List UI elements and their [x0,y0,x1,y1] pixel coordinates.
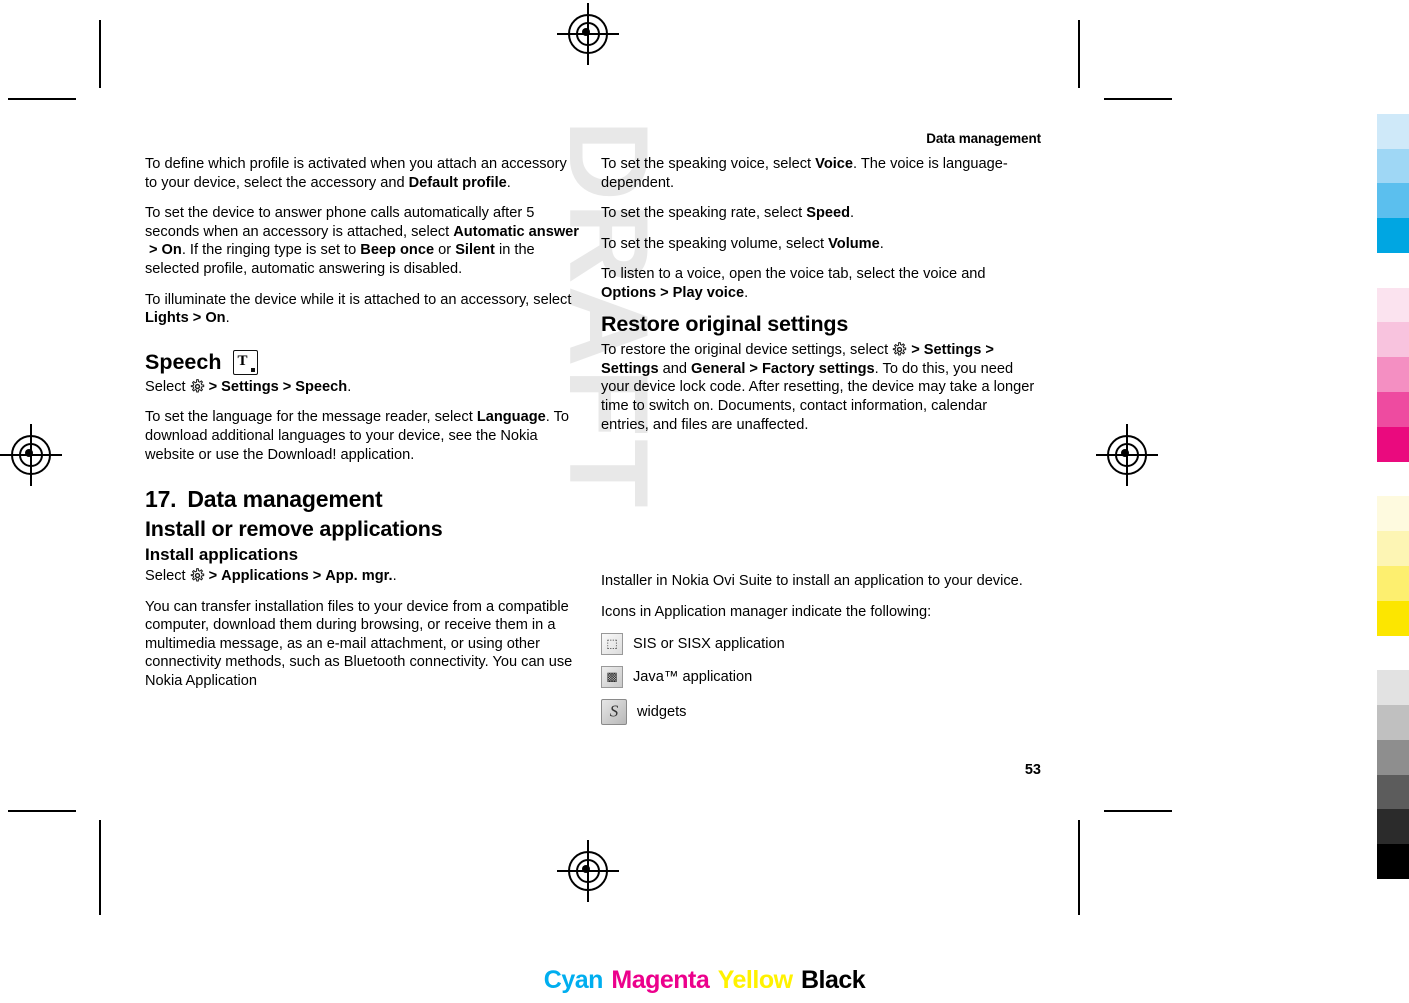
text-run: To illuminate the device while it is att… [145,291,572,308]
text-run: and [658,360,692,377]
gear-icon [190,378,205,394]
color-word-black: Black [801,966,866,994]
paragraph-icons-intro: Icons in Application manager indicate th… [601,603,932,620]
paragraph-default-profile: To define which profile is activated whe… [145,155,582,192]
bold-applications: Applications [221,567,309,584]
heading-speech-label: Speech [145,349,222,374]
text-run: To set the speaking volume, select [601,235,829,252]
arrow-separator: > [208,378,218,395]
text-run: To listen to a voice, open the voice tab… [601,266,986,283]
bold-on: On [205,310,226,327]
bold-factory-settings: Factory settings [761,360,875,377]
bold-play-voice: Play voice [672,284,745,301]
text-run: To set the speaking rate, select [601,205,807,222]
heading-install-or-remove-applications: Install or remove applications [145,516,443,541]
bold-speed: Speed [806,205,851,222]
paragraph-play-voice: To listen to a voice, open the voice tab… [601,265,1038,302]
java-application-icon: ▩ [601,666,623,689]
heading-restore-original-settings: Restore original settings [601,311,849,336]
column-spacer [601,446,1038,572]
paragraph-speaking-volume: To set the speaking volume, select Volum… [601,235,1038,254]
text-run: To set the language for the message read… [145,409,477,426]
bold-beep-once: Beep once [360,242,435,259]
bold-app-mgr: App. mgr. [325,567,393,584]
bold-on: On [161,242,182,259]
text-run: . [850,205,855,222]
paragraph-automatic-answer: To set the device to answer phone calls … [145,204,582,278]
text-run: or [434,242,456,259]
text-run: . If the ringing type is set to [181,242,361,259]
bold-general: General [691,360,746,377]
gear-icon [892,342,907,357]
text-run: . [392,567,397,584]
text-run: . [879,235,884,252]
text-run: . [506,174,511,191]
sis-sisx-application-icon: ⬚ [601,633,623,656]
icon-legend-label: widgets [637,704,687,721]
bold-speech: Speech [295,378,348,395]
heading-speech: Speech T [145,349,582,375]
icon-legend-widgets: S widgets [601,699,1038,726]
icon-legend-label: SIS or SISX application [633,636,785,653]
color-word-yellow: Yellow [717,966,793,994]
text-run: . [744,284,749,301]
text-run: Select [145,567,190,584]
arrow-separator: > [985,342,994,359]
paragraph-speaking-rate: To set the speaking rate, select Speed. [601,204,1038,223]
paragraph-speaking-voice: To set the speaking voice, select Voice.… [601,155,1038,192]
chapter-number: 17. [145,486,177,513]
speech-icon: T [233,349,259,375]
paragraph-appmgr-path: Select > Applications > App. mgr.. [145,567,582,586]
text-run: Select [145,378,190,395]
text-run: . [225,310,230,327]
arrow-separator: > [312,567,322,584]
arrow-separator: > [660,284,669,301]
heading-install-applications: Install applications [145,545,299,565]
right-column: To set the speaking voice, select Voice.… [601,155,1038,736]
chapter-heading: 17. Data management [145,488,582,511]
paragraph-installer-ovi-suite: Installer in Nokia Ovi Suite to install … [601,573,1023,590]
text-run: . [347,378,352,395]
chapter-title: Data management [187,486,383,513]
arrow-separator: > [749,360,758,377]
icon-legend-label: Java™ application [633,669,753,686]
bold-volume: Volume [828,235,880,252]
bold-options: Options [601,284,657,301]
page-number: 53 [1024,762,1041,778]
paragraph-lights: To illuminate the device while it is att… [145,291,582,328]
bold-settings: Settings [923,342,982,359]
arrow-separator: > [282,378,292,395]
running-header: Data management [926,131,1041,146]
bold-automatic-answer: Automatic answer [453,223,579,240]
bold-voice: Voice [815,156,854,172]
arrow-separator: > [208,567,218,584]
widgets-icon: S [601,699,627,726]
paragraph-speech-path: Select > Settings > Speech. [145,378,582,397]
document-page: DRAFT Data management To define which pr… [0,0,1409,1003]
icon-legend-sis: ⬚ SIS or SISX application [601,633,1038,656]
icon-legend-java: ▩ Java™ application [601,666,1038,689]
paragraph-language: To set the language for the message read… [145,408,582,464]
paragraph-factory-settings: To restore the original device settings,… [601,341,1038,434]
arrow-separator: > [149,242,158,259]
bold-lights: Lights [145,310,189,327]
color-proof-labels: Cyan Magenta Yellow Black [0,966,1409,995]
bold-settings: Settings [221,378,279,395]
paragraph-transfer-installation-files: You can transfer installation files to y… [145,598,573,689]
arrow-separator: > [911,342,920,359]
bold-default-profile: Default profile [408,174,507,191]
color-word-cyan: Cyan [543,966,604,994]
text-run: To restore the original device settings,… [601,342,893,359]
arrow-separator: > [192,310,202,327]
color-word-magenta: Magenta [611,966,710,994]
bold-silent: Silent [455,242,495,259]
left-column: To define which profile is activated whe… [145,155,582,690]
bold-language: Language [476,409,546,426]
gear-icon [190,568,205,583]
text-run: To set the speaking voice, select [601,156,816,172]
bold-settings: Settings [601,360,659,377]
